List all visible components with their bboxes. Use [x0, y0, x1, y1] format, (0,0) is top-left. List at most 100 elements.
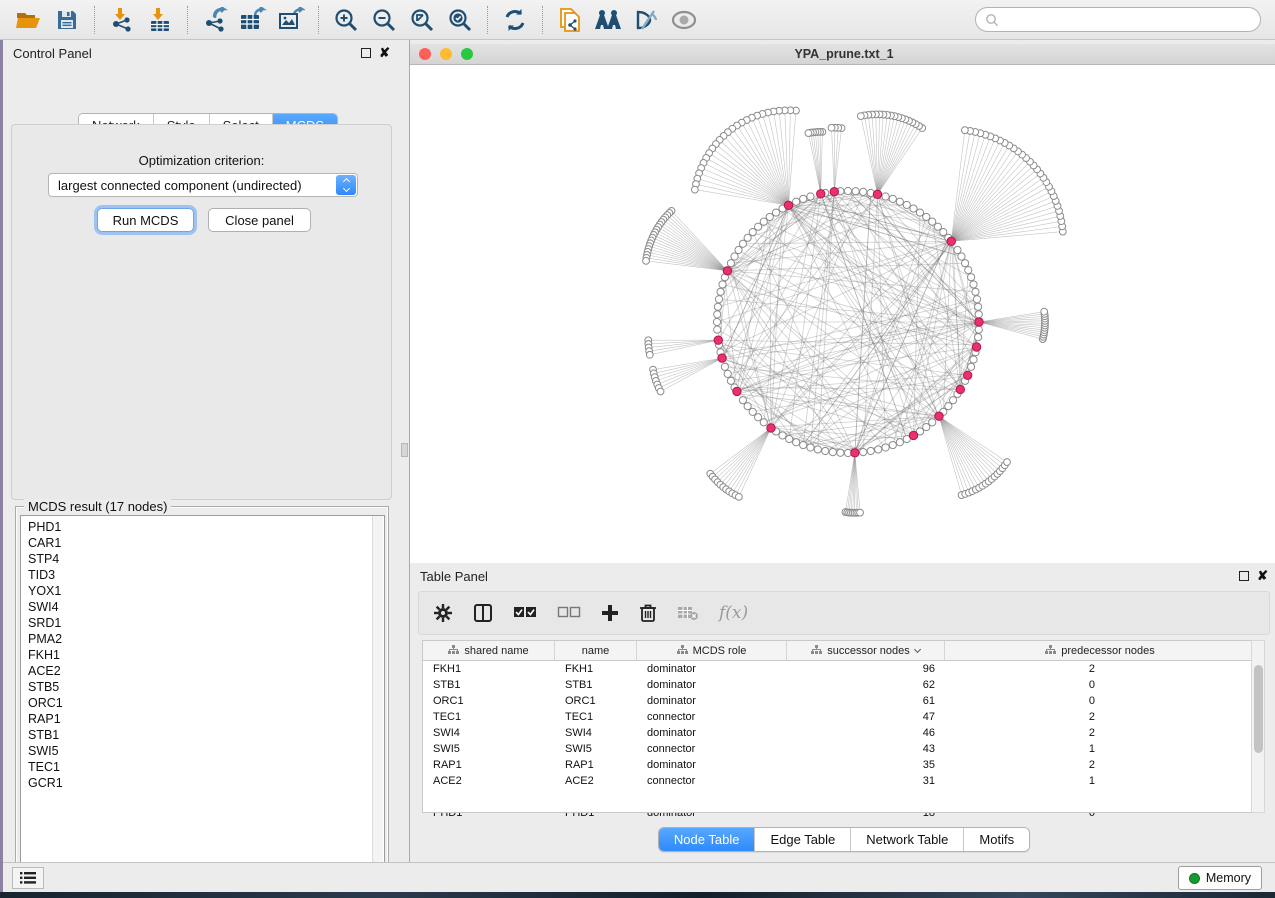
zoom-in-icon[interactable]	[329, 5, 363, 35]
memory-label: Memory	[1206, 871, 1251, 885]
import-table-icon[interactable]	[143, 5, 177, 35]
table-row[interactable]: TEC1TEC1connector472	[423, 709, 1256, 725]
cell-successor-nodes: 96	[787, 663, 945, 675]
delete-column-icon[interactable]	[639, 603, 657, 623]
mcds-result-item[interactable]: SRD1	[28, 615, 384, 631]
close-panel-icon[interactable]: ✘	[379, 48, 390, 58]
cell-predecessor-nodes: 2	[945, 759, 1105, 771]
toolbar-separator	[94, 6, 95, 34]
close-panel-button[interactable]: Close panel	[208, 208, 311, 232]
cell-MCDS-role: connector	[637, 743, 787, 755]
mcds-result-item[interactable]: PHD1	[28, 519, 384, 535]
column-header-name[interactable]: name	[555, 641, 637, 661]
mcds-result-item[interactable]: SWI4	[28, 599, 384, 615]
search-icon	[985, 13, 999, 27]
mcds-result-item[interactable]: FKH1	[28, 647, 384, 663]
refresh-layout-icon[interactable]	[498, 5, 532, 35]
table-row[interactable]: ORC1ORC1dominator610	[423, 693, 1256, 709]
float-table-panel-icon[interactable]	[1239, 571, 1249, 581]
column-type-icon	[448, 645, 459, 658]
table-row[interactable]: FKH1FKH1dominator962	[423, 661, 1256, 677]
tab-node-table[interactable]: Node Table	[659, 828, 756, 851]
import-network-icon[interactable]	[105, 5, 139, 35]
export-image-icon[interactable]	[274, 5, 308, 35]
function-icon: f(x)	[719, 603, 748, 623]
network-window-titlebar[interactable]: YPA_prune.txt_1	[410, 44, 1275, 65]
control-panel: Control Panel ✘ NetworkStyleSelectMCDS O…	[3, 40, 400, 862]
network-canvas[interactable]	[410, 65, 1275, 563]
export-network-icon[interactable]	[198, 5, 232, 35]
cell-name: TEC1	[555, 711, 637, 723]
tab-edge-table[interactable]: Edge Table	[755, 828, 851, 851]
table-scrollbar-thumb[interactable]	[1254, 665, 1263, 753]
zoom-out-icon[interactable]	[367, 5, 401, 35]
gear-icon[interactable]	[433, 603, 453, 623]
zoom-selected-icon[interactable]	[443, 5, 477, 35]
cell-MCDS-role: dominator	[637, 663, 787, 675]
cell-shared-name: TEC1	[423, 711, 555, 723]
close-table-panel-icon[interactable]: ✘	[1257, 571, 1268, 581]
cell-successor-nodes: 31	[787, 775, 945, 787]
select-all-icon[interactable]	[513, 606, 537, 620]
run-mcds-button[interactable]: Run MCDS	[97, 208, 194, 232]
table-scrollbar[interactable]	[1251, 640, 1265, 813]
table-row[interactable]: SWI4SWI4dominator462	[423, 725, 1256, 741]
mcds-result-item[interactable]: SWI5	[28, 743, 384, 759]
cell-name: RAP1	[555, 759, 637, 771]
mcds-result-item[interactable]: TID3	[28, 567, 384, 583]
mcds-result-item[interactable]: RAP1	[28, 711, 384, 727]
table-row[interactable]: ACE2ACE2connector311	[423, 773, 1256, 789]
mcds-result-item[interactable]: PMA2	[28, 631, 384, 647]
mcds-result-item[interactable]: STP4	[28, 551, 384, 567]
table-row[interactable]: STB1STB1dominator620	[423, 677, 1256, 693]
table-row[interactable]: SWI5SWI5connector431	[423, 741, 1256, 757]
column-header-predecessor-nodes[interactable]: predecessor nodes	[945, 641, 1256, 661]
cell-shared-name: ACE2	[423, 775, 555, 787]
mcds-result-item[interactable]: CAR1	[28, 535, 384, 551]
optimization-criterion-select[interactable]: largest connected component (undirected)	[48, 173, 358, 197]
memory-button[interactable]: Memory	[1178, 866, 1262, 890]
cell-MCDS-role: dominator	[637, 695, 787, 707]
mcds-result-item[interactable]: ACE2	[28, 663, 384, 679]
mcds-result-list[interactable]: PHD1CAR1STP4TID3YOX1SWI4SRD1PMA2FKH1ACE2…	[20, 515, 385, 873]
task-history-button[interactable]	[12, 867, 44, 889]
splitter-handle[interactable]	[401, 443, 408, 457]
cell-MCDS-role: dominator	[637, 727, 787, 739]
eye-icon[interactable]	[667, 5, 701, 35]
zoom-fit-icon[interactable]	[405, 5, 439, 35]
deselect-all-icon[interactable]	[557, 606, 581, 620]
table-row[interactable]: RAP1RAP1dominator352	[423, 757, 1256, 773]
cell-shared-name: SWI5	[423, 743, 555, 755]
search-input[interactable]	[999, 10, 1260, 30]
cell-predecessor-nodes: 2	[945, 711, 1105, 723]
columns-icon[interactable]	[473, 603, 493, 623]
control-panel-title: Control Panel	[13, 46, 92, 61]
float-panel-icon[interactable]	[361, 48, 371, 58]
network-window: YPA_prune.txt_1	[410, 44, 1275, 563]
column-header-shared-name[interactable]: shared name	[423, 641, 555, 661]
column-header-MCDS-role[interactable]: MCDS role	[637, 641, 787, 661]
cell-shared-name: ORC1	[423, 695, 555, 707]
tab-network-table[interactable]: Network Table	[851, 828, 964, 851]
control-panel-header: Control Panel ✘	[3, 40, 400, 66]
search-box[interactable]	[975, 7, 1261, 32]
network-graph[interactable]	[410, 65, 1275, 563]
tab-motifs[interactable]: Motifs	[964, 828, 1029, 851]
search-network-icon[interactable]	[591, 5, 625, 35]
save-session-icon[interactable]	[50, 5, 84, 35]
mcds-result-item[interactable]: TEC1	[28, 759, 384, 775]
mcds-result-item[interactable]: GCR1	[28, 775, 384, 791]
mcds-result-item[interactable]: ORC1	[28, 695, 384, 711]
export-table-icon[interactable]	[236, 5, 270, 35]
mcds-list-scrollbar[interactable]	[372, 516, 383, 872]
share-document-icon[interactable]	[553, 5, 587, 35]
open-file-icon[interactable]	[12, 5, 46, 35]
column-header-successor-nodes[interactable]: successor nodes	[787, 641, 945, 661]
mcds-result-item[interactable]: STB1	[28, 727, 384, 743]
add-column-icon[interactable]	[601, 604, 619, 622]
cell-name: FKH1	[555, 663, 637, 675]
vizmapper-eye-icon[interactable]	[629, 5, 663, 35]
vertical-splitter[interactable]	[400, 40, 410, 862]
mcds-result-item[interactable]: YOX1	[28, 583, 384, 599]
mcds-result-item[interactable]: STB5	[28, 679, 384, 695]
